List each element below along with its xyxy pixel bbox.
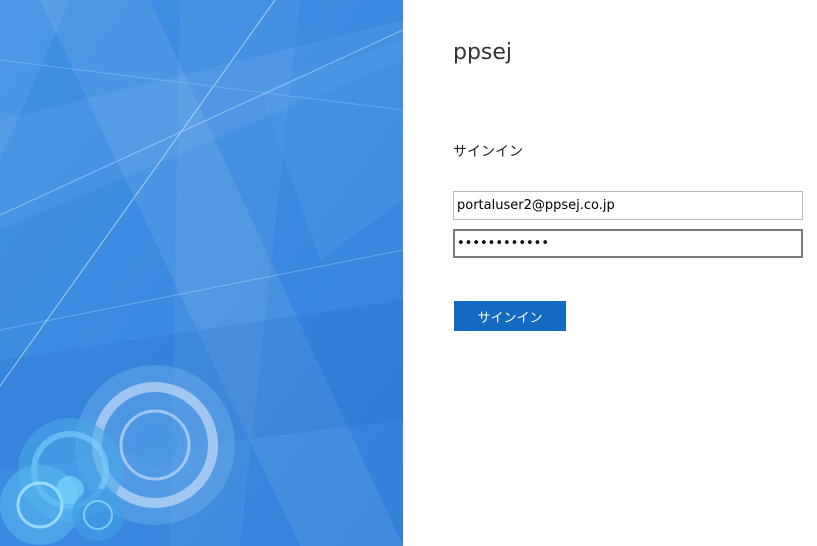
sign-in-page: ppsej サインイン サインイン <box>0 0 817 546</box>
password-field[interactable] <box>453 229 803 258</box>
sign-in-panel: ppsej サインイン サインイン <box>403 0 817 546</box>
organization-name: ppsej <box>453 40 513 65</box>
email-field[interactable] <box>453 191 803 220</box>
sign-in-heading: サインイン <box>453 144 523 160</box>
brand-illustration <box>0 0 403 546</box>
sign-in-button[interactable]: サインイン <box>454 301 566 331</box>
